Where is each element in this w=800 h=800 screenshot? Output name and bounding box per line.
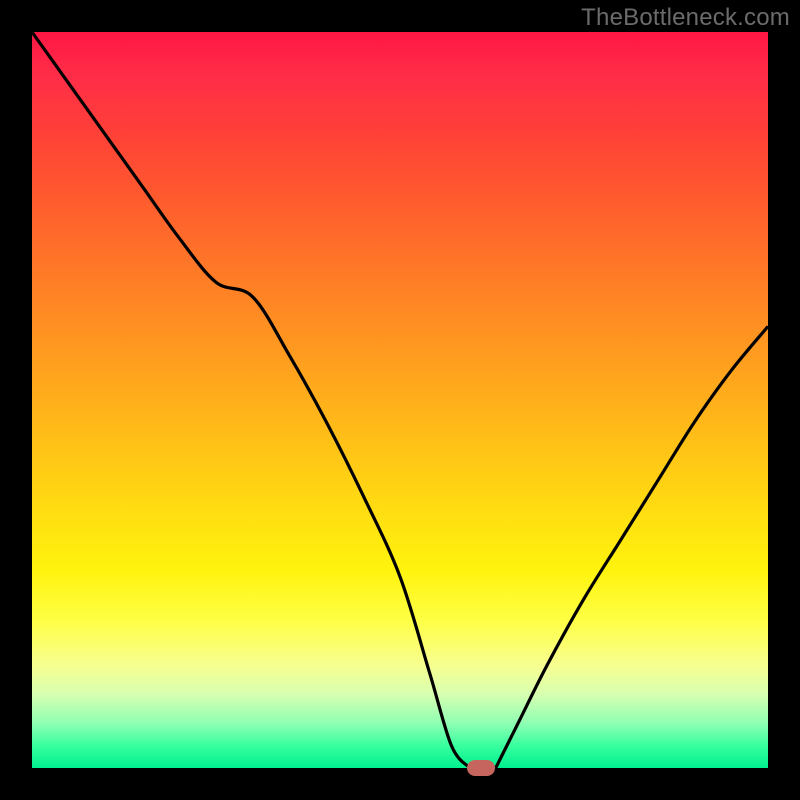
chart-frame: TheBottleneck.com xyxy=(0,0,800,800)
watermark-text: TheBottleneck.com xyxy=(581,4,790,32)
curve-left-branch xyxy=(32,32,470,768)
bottleneck-curve xyxy=(32,32,768,768)
curve-right-branch xyxy=(496,326,768,768)
plot-area xyxy=(32,32,768,768)
valley-marker xyxy=(467,760,495,776)
